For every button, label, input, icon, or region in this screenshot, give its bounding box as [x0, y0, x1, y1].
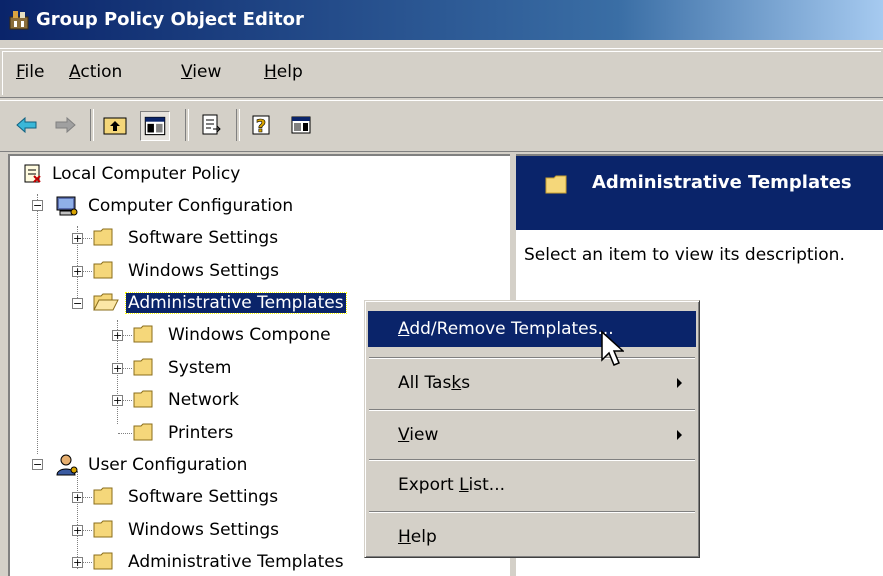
help-icon[interactable]: ? — [249, 112, 275, 138]
mouse-pointer-icon — [601, 330, 624, 366]
tree-label: Windows Settings — [128, 261, 280, 281]
user-icon — [56, 454, 78, 476]
submenu-arrow-icon — [677, 430, 682, 440]
open-folder-icon — [93, 293, 119, 311]
menu-item-all-tasks[interactable]: All Tasks — [368, 365, 696, 401]
menu-bar: File Action View Help — [0, 48, 883, 98]
expand-icon[interactable]: + — [72, 492, 83, 503]
details-title: Administrative Templates — [592, 172, 852, 193]
expand-icon[interactable]: + — [72, 525, 83, 536]
tree-label-selected: Administrative Templates — [125, 292, 347, 314]
back-icon[interactable] — [14, 112, 40, 138]
folder-icon — [545, 175, 567, 194]
expand-icon[interactable]: + — [112, 330, 123, 341]
context-menu: Add/Remove Templates... All Tasks View E… — [364, 300, 700, 558]
tree-label: Windows Compone — [168, 325, 331, 345]
export-list-icon[interactable] — [198, 112, 224, 138]
tree-label: Software Settings — [128, 487, 279, 507]
expand-icon[interactable]: + — [72, 233, 83, 244]
folder-icon — [133, 390, 153, 408]
details-description: Select an item to view its description. — [524, 245, 845, 265]
tree-label: Network — [168, 390, 239, 410]
folder-icon — [93, 552, 113, 570]
tree-label: User Configuration — [88, 455, 248, 475]
forward-icon[interactable] — [52, 112, 78, 138]
show-hide-tree-icon[interactable] — [140, 111, 170, 141]
menu-item-export-list[interactable]: Export List... — [368, 467, 696, 503]
expand-icon[interactable]: + — [112, 395, 123, 406]
submenu-arrow-icon — [677, 378, 682, 388]
group-policy-icon — [9, 11, 29, 30]
tree-label: Software Settings — [128, 228, 279, 248]
expand-icon[interactable]: + — [72, 557, 83, 568]
folder-icon — [93, 261, 113, 279]
svg-text:?: ? — [256, 116, 266, 137]
tree-label: Administrative Templates — [128, 552, 344, 572]
toolbar: ? — [0, 100, 883, 152]
tree-label: Local Computer Policy — [52, 164, 241, 184]
window-title: Group Policy Object Editor — [36, 9, 304, 30]
collapse-icon[interactable]: − — [72, 298, 83, 309]
policy-scroll-icon — [24, 164, 41, 183]
tree-label: Windows Settings — [128, 520, 280, 540]
details-header: Administrative Templates — [516, 156, 883, 230]
expand-icon[interactable]: + — [112, 363, 123, 374]
menu-item-help[interactable]: Help — [368, 519, 696, 555]
menu-item-add-remove-templates[interactable]: Add/Remove Templates... — [368, 311, 696, 347]
menu-file[interactable]: File — [16, 62, 44, 82]
folder-icon — [133, 325, 153, 343]
up-one-level-icon[interactable] — [102, 112, 128, 138]
menu-action[interactable]: Action — [69, 62, 122, 82]
tree-label: Computer Configuration — [88, 196, 294, 216]
menu-help[interactable]: Help — [264, 62, 303, 82]
title-bar[interactable]: Group Policy Object Editor — [0, 0, 883, 40]
collapse-icon[interactable]: − — [32, 200, 43, 211]
folder-icon — [133, 358, 153, 376]
tree-label: System — [168, 358, 232, 378]
menu-view[interactable]: View — [181, 62, 221, 82]
collapse-icon[interactable]: − — [32, 459, 43, 470]
show-hide-action-pane-icon[interactable] — [288, 112, 314, 138]
folder-icon — [93, 228, 113, 246]
computer-icon — [56, 196, 78, 216]
expand-icon[interactable]: + — [72, 266, 83, 277]
folder-icon — [133, 423, 153, 441]
folder-icon — [93, 487, 113, 505]
tree-label: Printers — [168, 423, 234, 443]
folder-icon — [93, 520, 113, 538]
menu-item-view[interactable]: View — [368, 417, 696, 453]
